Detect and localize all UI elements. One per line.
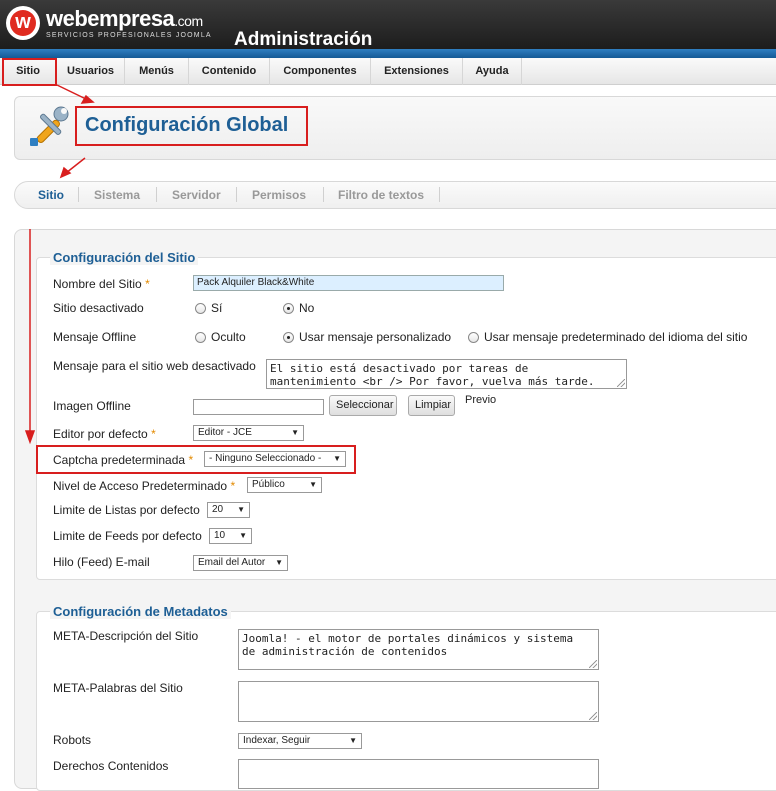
annotation-arrow-line (65, 157, 86, 174)
annotation-arrows (24, 84, 95, 445)
annotation-arrowhead-icon (59, 166, 72, 179)
annotation-arrow-line (56, 84, 89, 101)
annotation-arrowhead-icon (24, 430, 36, 445)
annotation-arrowhead-icon (80, 94, 95, 104)
